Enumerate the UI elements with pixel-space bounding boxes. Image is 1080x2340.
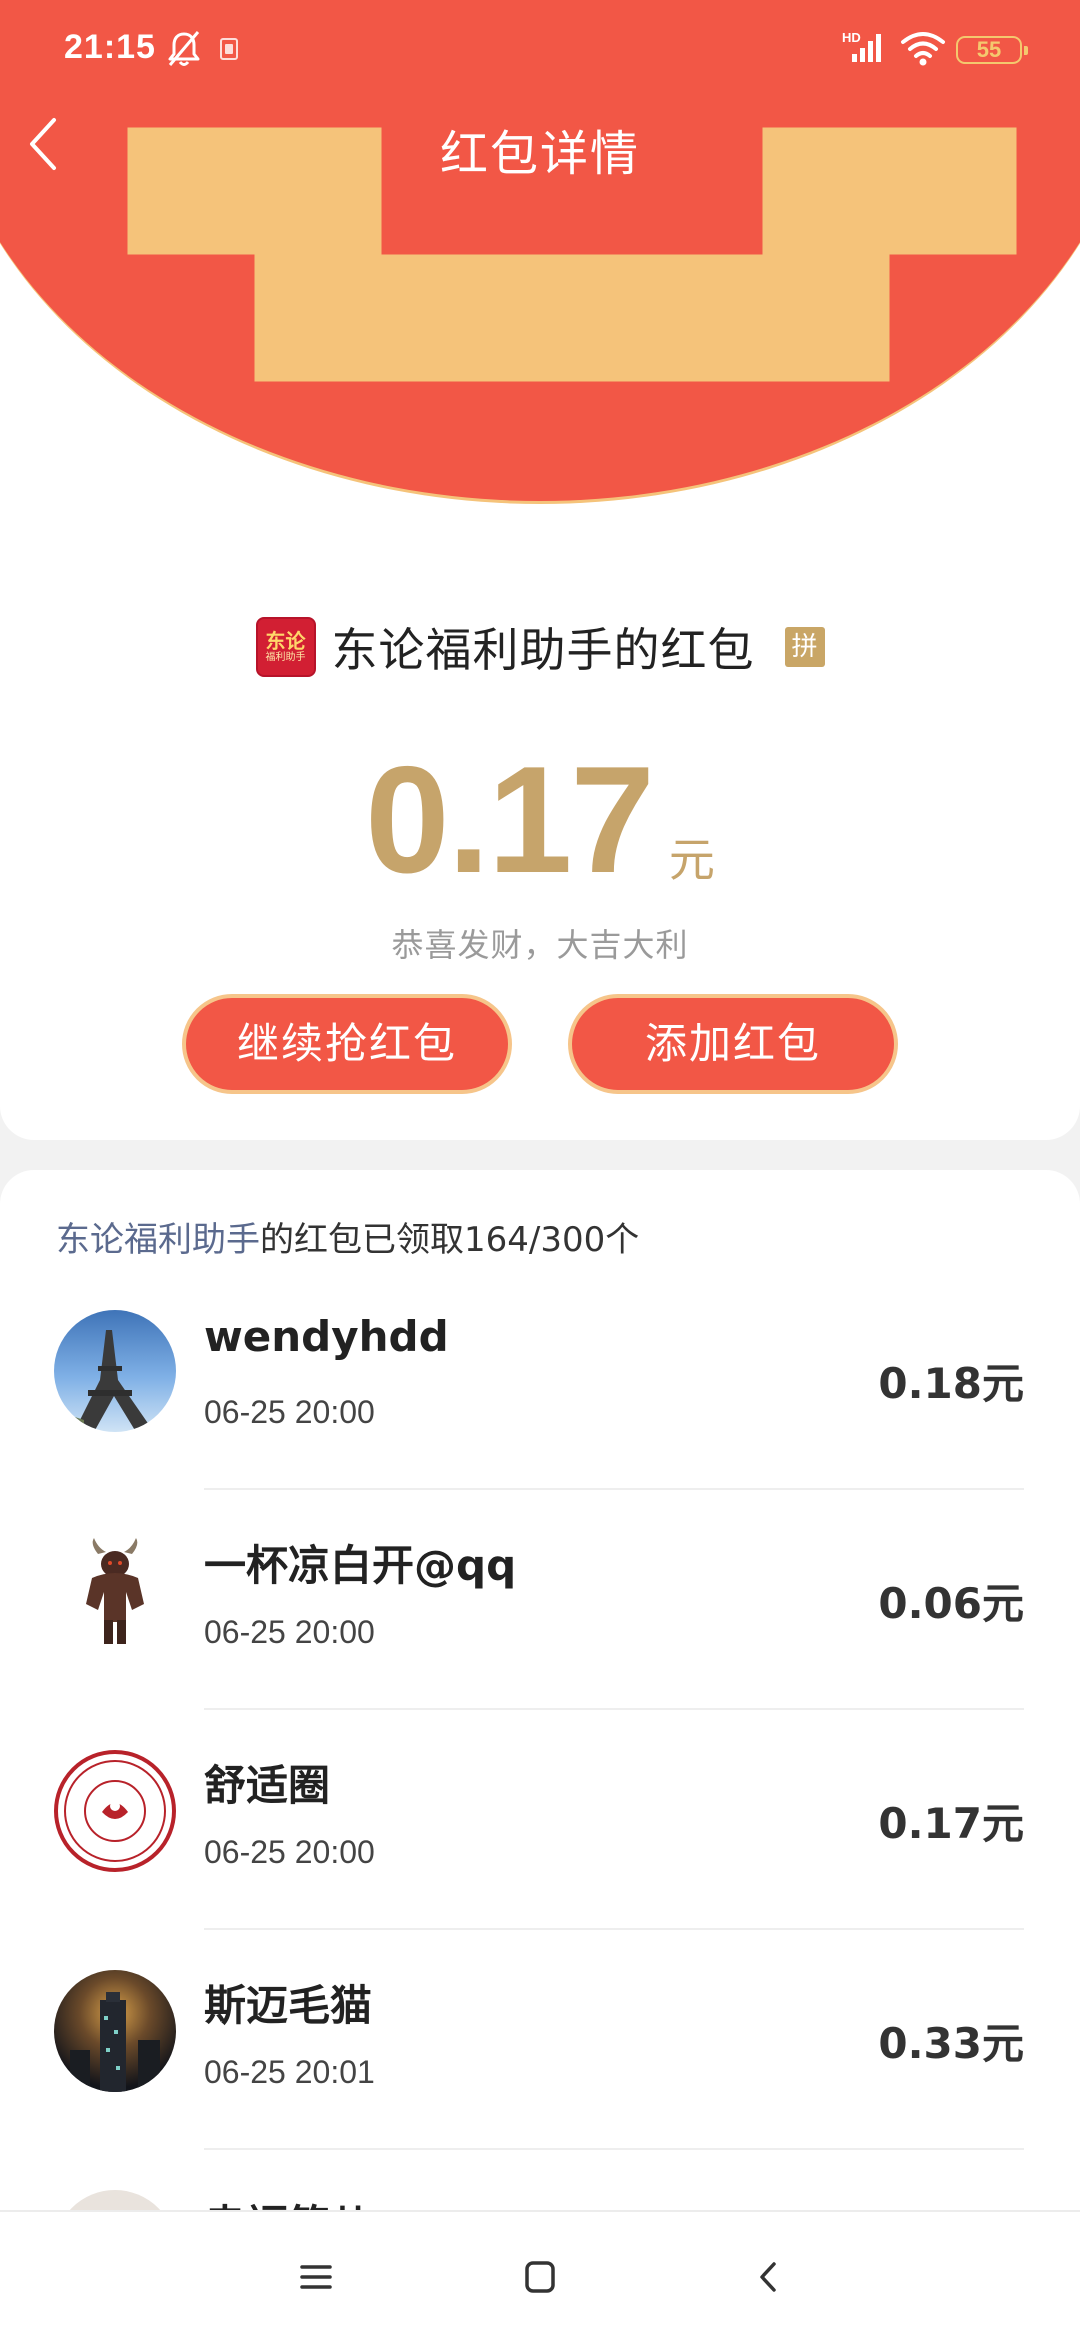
battery-icon: 55 (956, 36, 1028, 64)
sim-icon (220, 38, 238, 60)
bell-muted-icon (168, 31, 200, 66)
avatar[interactable] (54, 1310, 176, 1432)
receiver-amount: 0.06元 (878, 1579, 1024, 1628)
amount-row: 0.17 元 (0, 740, 1080, 900)
avatar[interactable] (54, 1970, 176, 2092)
blessing-text: 恭喜发财，大吉大利 (391, 926, 689, 964)
sender-link[interactable]: 东论福利助手 (56, 1220, 260, 1260)
avatar[interactable] (54, 2190, 176, 2210)
home-square-icon[interactable] (520, 2252, 560, 2302)
status-bar: 21:15 HD 55 (0, 0, 1080, 100)
add-red-packet-button[interactable]: 添加红包 (568, 994, 898, 1094)
received-amount: 0.17 (365, 735, 655, 905)
receiver-name: 幸福笼儿 (204, 2192, 372, 2210)
signal-icon (852, 34, 881, 62)
red-packet-card: 21:15 HD 55 红包详情 东论 福利助手 东论福利助手的红包 拼 0.1… (0, 0, 1080, 1140)
receiver-time: 06-25 20:00 (204, 1834, 375, 1870)
eiffel-tower-photo-icon (54, 1330, 154, 1432)
claim-summary-text: 的红包已领取164/300个 (260, 1220, 640, 1260)
receiver-time: 06-25 20:01 (204, 2054, 375, 2090)
receiver-name: 斯迈毛猫 (204, 1981, 373, 2030)
status-time: 21:15 (64, 28, 156, 66)
pin-badge: 拼 (784, 627, 825, 667)
sender-row: 东论 福利助手 东论福利助手的红包 拼 (0, 612, 1080, 682)
list-item[interactable]: 舒适圈 06-25 20:00 0.17元 (0, 1710, 1080, 1930)
receiver-name: 舒适圈 (204, 1761, 331, 1810)
sender-logo-line1: 东论 (265, 629, 306, 653)
receiver-amount: 0.33元 (878, 2019, 1024, 2068)
receiver-name: 一杯凉白开@qq (204, 1541, 517, 1590)
sender-logo-line2: 福利助手 (265, 652, 306, 663)
page-title: 红包详情 (439, 126, 640, 182)
minotaur-figure-icon (86, 1538, 144, 1644)
recent-apps-menu-icon[interactable] (296, 2252, 336, 2302)
avatar[interactable] (54, 1750, 176, 1872)
seal-logo-icon (64, 1760, 166, 1862)
receiver-name: wendyhdd (204, 1312, 449, 1361)
receiver-amount: 0.17元 (878, 1799, 1024, 1848)
avatar[interactable] (54, 1530, 176, 1652)
continue-grab-button[interactable]: 继续抢红包 (182, 994, 512, 1094)
wifi-icon (901, 32, 945, 66)
claim-summary: 东论福利助手的红包已领取164/300个 (56, 1212, 639, 1261)
sender-logo: 东论 福利助手 (255, 617, 316, 677)
night-skyscraper-photo-icon (70, 1992, 160, 2092)
sender-title: 东论福利助手的红包 (331, 623, 755, 677)
receiver-time: 06-25 20:00 (204, 1614, 375, 1650)
list-item[interactable]: 斯迈毛猫 06-25 20:01 0.33元 (0, 1930, 1080, 2150)
receiver-amount: 0.18元 (878, 1359, 1024, 1408)
amount-unit: 元 (668, 833, 715, 887)
list-item[interactable]: 幸福笼儿 (0, 2150, 1080, 2210)
receiver-time: 06-25 20:00 (204, 1394, 375, 1430)
system-nav-bar (0, 2210, 1080, 2340)
nav-back-chevron-icon[interactable] (748, 2252, 788, 2302)
receiver-list-card: 东论福利助手的红包已领取164/300个 wendyhdd 06-25 20:0… (0, 1170, 1080, 2210)
list-item[interactable]: 一杯凉白开@qq 06-25 20:00 0.06元 (0, 1490, 1080, 1710)
list-item[interactable]: wendyhdd 06-25 20:00 0.18元 (0, 1270, 1080, 1490)
